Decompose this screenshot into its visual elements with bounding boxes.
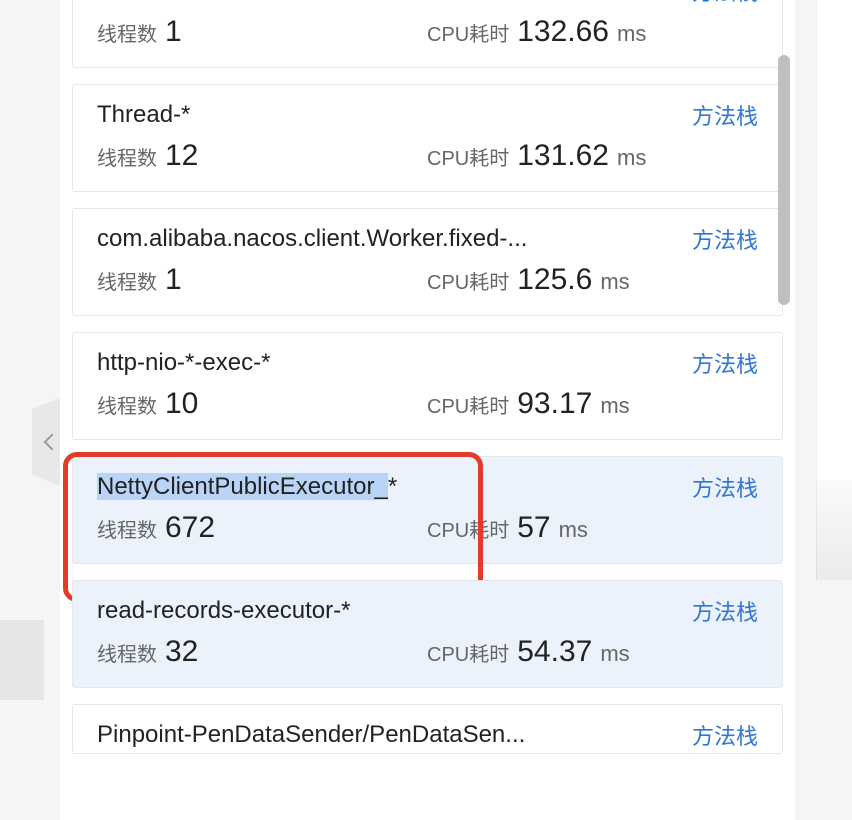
thread-count-value: 10 xyxy=(165,387,198,421)
cpu-time-label: CPU耗时 xyxy=(427,638,509,667)
thread-count-value: 1 xyxy=(165,263,182,297)
cpu-time-unit: ms xyxy=(600,269,629,295)
thread-card[interactable]: Thread-* 方法栈 线程数 12 CPU耗时 131.62 ms xyxy=(72,84,783,192)
chevron-left-icon xyxy=(44,434,61,451)
method-stack-link[interactable]: 方法栈 xyxy=(692,471,758,503)
method-stack-link[interactable]: 方法栈 xyxy=(692,595,758,627)
cpu-time-unit: ms xyxy=(617,21,646,47)
cpu-time-value: 132.66 xyxy=(517,15,609,49)
cpu-time-value: 57 xyxy=(517,511,550,545)
thread-count-label: 线程数 xyxy=(97,18,157,47)
thread-count-label: 线程数 xyxy=(97,142,157,171)
thread-list-panel: 方法栈 线程数 1 CPU耗时 132.66 ms Thread-* 方法栈 线… xyxy=(60,0,795,820)
right-panel-shadow xyxy=(816,480,852,580)
thread-name: com.alibaba.nacos.client.Worker.fixed-..… xyxy=(97,225,527,253)
cpu-time-label: CPU耗时 xyxy=(427,514,509,543)
cpu-time-unit: ms xyxy=(559,517,588,543)
cpu-time-unit: ms xyxy=(617,145,646,171)
thread-count-label: 线程数 xyxy=(97,390,157,419)
thread-card[interactable]: com.alibaba.nacos.client.Worker.fixed-..… xyxy=(72,208,783,316)
cpu-time-value: 54.37 xyxy=(517,635,592,669)
thread-count-label: 线程数 xyxy=(97,266,157,295)
thread-name: NettyClientPublicExecutor_* xyxy=(97,473,397,501)
thread-count-value: 32 xyxy=(165,635,198,669)
cpu-time-value: 93.17 xyxy=(517,387,592,421)
cpu-time-unit: ms xyxy=(600,641,629,667)
thread-card[interactable]: 方法栈 线程数 1 CPU耗时 132.66 ms xyxy=(72,0,783,68)
method-stack-link[interactable]: 方法栈 xyxy=(692,347,758,379)
cpu-time-value: 125.6 xyxy=(517,263,592,297)
thread-name: Thread-* xyxy=(97,101,190,129)
cpu-time-label: CPU耗时 xyxy=(427,18,509,47)
thread-card[interactable]: Pinpoint-PenDataSender/PenDataSen... 方法栈 xyxy=(72,704,783,754)
thread-count-label: 线程数 xyxy=(97,638,157,667)
cpu-time-value: 131.62 xyxy=(517,139,609,173)
cpu-time-label: CPU耗时 xyxy=(427,266,509,295)
thread-card[interactable]: http-nio-*-exec-* 方法栈 线程数 10 CPU耗时 93.17… xyxy=(72,332,783,440)
thread-card[interactable]: NettyClientPublicExecutor_* 方法栈 线程数 672 … xyxy=(72,456,783,564)
thread-count-label: 线程数 xyxy=(97,514,157,543)
method-stack-link[interactable]: 方法栈 xyxy=(692,719,758,751)
method-stack-link[interactable]: 方法栈 xyxy=(692,0,758,7)
scrollbar-thumb[interactable] xyxy=(778,55,790,305)
cpu-time-unit: ms xyxy=(600,393,629,419)
cpu-time-label: CPU耗时 xyxy=(427,142,509,171)
thread-name: http-nio-*-exec-* xyxy=(97,349,270,377)
thread-card[interactable]: read-records-executor-* 方法栈 线程数 32 CPU耗时… xyxy=(72,580,783,688)
thread-count-value: 672 xyxy=(165,511,215,545)
thread-count-value: 12 xyxy=(165,139,198,173)
thread-name: Pinpoint-PenDataSender/PenDataSen... xyxy=(97,721,525,749)
thread-count-value: 1 xyxy=(165,15,182,49)
left-edge-block xyxy=(0,620,44,700)
thread-name: read-records-executor-* xyxy=(97,597,350,625)
method-stack-link[interactable]: 方法栈 xyxy=(692,99,758,131)
method-stack-link[interactable]: 方法栈 xyxy=(692,223,758,255)
cpu-time-label: CPU耗时 xyxy=(427,390,509,419)
